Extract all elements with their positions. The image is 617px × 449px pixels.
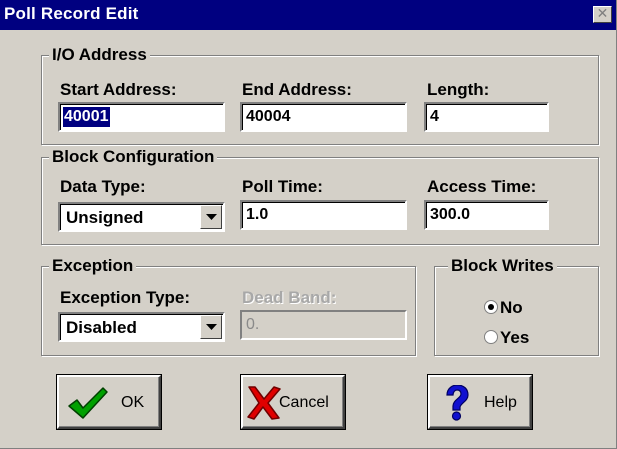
dead-band-label: Dead Band: (242, 288, 337, 307)
cancel-button[interactable]: Cancel (240, 374, 346, 430)
exception-type-label: Exception Type: (60, 288, 191, 307)
length-label: Length: (427, 80, 490, 99)
access-time-label: Access Time: (427, 177, 537, 196)
end-address-label: End Address: (242, 80, 352, 99)
start-address-value: 40001 (63, 107, 110, 127)
length-value: 4 (430, 108, 439, 125)
ok-label: OK (121, 394, 145, 411)
end-address-value: 40004 (246, 108, 291, 125)
data-type-dropdown[interactable]: Unsigned (58, 202, 225, 232)
red-x-icon (247, 386, 281, 420)
start-address-label: Start Address: (60, 80, 177, 99)
ok-button[interactable]: OK (56, 374, 162, 430)
window-title: Poll Record Edit (4, 4, 139, 23)
radio-selected-dot (488, 304, 494, 310)
data-type-label: Data Type: (60, 177, 146, 196)
end-address-field[interactable]: 40004 (240, 102, 407, 132)
data-type-value: Unsigned (66, 208, 144, 227)
data-type-dropdown-button[interactable] (200, 205, 222, 229)
dead-band-value: 0. (246, 316, 260, 333)
chevron-down-icon (206, 324, 217, 330)
block-writes-no-label: No (500, 298, 523, 317)
length-field[interactable]: 4 (424, 102, 549, 132)
block-configuration-legend: Block Configuration (49, 147, 218, 167)
question-mark-icon (446, 385, 469, 421)
poll-time-label: Poll Time: (242, 177, 323, 196)
close-button[interactable]: ✕ (593, 6, 612, 23)
title-bar[interactable]: Poll Record Edit ✕ (0, 0, 616, 30)
block-writes-legend: Block Writes (448, 256, 557, 276)
help-label: Help (484, 394, 517, 411)
poll-time-field[interactable]: 1.0 (240, 200, 407, 230)
checkmark-icon (68, 387, 108, 419)
dead-band-field: 0. (240, 310, 407, 340)
poll-record-edit-dialog: Poll Record Edit ✕ I/O Address Start Add… (0, 0, 617, 449)
block-writes-yes-label: Yes (500, 328, 530, 347)
cancel-label: Cancel (279, 394, 329, 411)
io-address-legend: I/O Address (49, 45, 150, 65)
close-icon: ✕ (596, 6, 609, 22)
poll-time-value: 1.0 (246, 206, 269, 223)
exception-type-value: Disabled (66, 318, 137, 337)
exception-legend: Exception (49, 256, 137, 276)
access-time-field[interactable]: 300.0 (424, 200, 549, 230)
exception-type-dropdown-button[interactable] (200, 315, 222, 339)
exception-type-dropdown[interactable]: Disabled (58, 312, 225, 342)
access-time-value: 300.0 (430, 206, 471, 223)
help-button[interactable]: Help (427, 374, 533, 430)
chevron-down-icon (206, 214, 217, 220)
start-address-field[interactable]: 40001 (58, 102, 225, 132)
